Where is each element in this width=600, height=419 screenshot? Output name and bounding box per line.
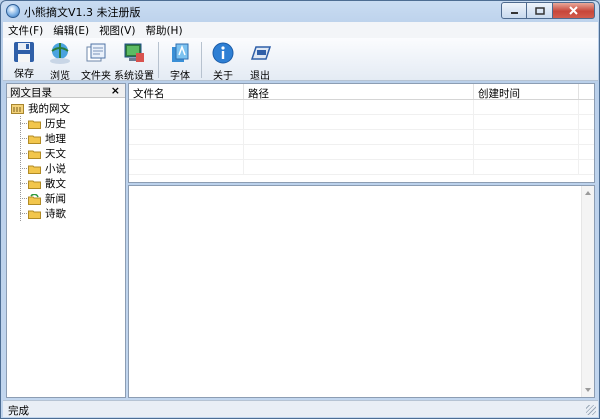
tree-item-news[interactable]: 新闻 xyxy=(7,191,125,206)
floppy-disk-icon xyxy=(12,41,36,63)
about-button[interactable]: 关于 xyxy=(206,38,240,82)
toolbar-separator xyxy=(158,42,159,78)
status-text: 完成 xyxy=(8,405,29,417)
table-row[interactable] xyxy=(129,100,594,115)
directory-panel-close-icon[interactable]: × xyxy=(111,84,120,97)
maximize-icon xyxy=(534,6,545,15)
about-label: 关于 xyxy=(213,71,233,82)
table-row[interactable] xyxy=(129,115,594,130)
tree-item-geography[interactable]: 地理 xyxy=(7,131,125,146)
minimize-button[interactable] xyxy=(501,2,527,19)
menu-bar: 文件(F) 编辑(E) 视图(V) 帮助(H) xyxy=(3,22,598,38)
tree-root-label: 我的网文 xyxy=(28,102,70,115)
folder-documents-icon xyxy=(84,41,108,65)
library-icon xyxy=(11,103,24,114)
folder-button[interactable]: 文件夹 xyxy=(78,38,114,82)
save-label: 保存 xyxy=(14,69,34,80)
tree-item-history[interactable]: 历史 xyxy=(7,116,125,131)
folder-icon xyxy=(28,209,41,219)
scroll-up-icon[interactable] xyxy=(585,191,591,195)
globe-search-icon xyxy=(48,41,72,65)
toolbar: 保存 浏览 文件夹 系统设置 字体 关于 退出 xyxy=(3,38,598,82)
resize-grip-icon[interactable] xyxy=(586,405,596,415)
font-label: 字体 xyxy=(170,71,190,82)
browse-button[interactable]: 浏览 xyxy=(42,38,78,82)
close-button[interactable] xyxy=(552,2,595,19)
refresh-folder-icon xyxy=(28,193,41,205)
column-header-path[interactable]: 路径 xyxy=(244,84,474,100)
content-viewer[interactable] xyxy=(128,185,595,398)
app-window: 小熊摘文V1.3 未注册版 文件(F) 编辑(E) 视图(V) 帮助(H) 保存 xyxy=(0,0,600,419)
maximize-button[interactable] xyxy=(527,2,552,19)
close-icon xyxy=(569,6,578,15)
scroll-down-icon[interactable] xyxy=(585,388,591,392)
table-row[interactable] xyxy=(129,160,594,175)
font-icon xyxy=(168,41,192,65)
table-row[interactable] xyxy=(129,145,594,160)
font-button[interactable]: 字体 xyxy=(163,38,197,82)
directory-panel: 网文目录 × 我的网文 历史 地理 天文 小说 散文 新闻 诗歌 xyxy=(6,83,126,398)
directory-panel-header: 网文目录 × xyxy=(7,84,125,99)
menu-file[interactable]: 文件(F) xyxy=(3,23,48,38)
table-row[interactable] xyxy=(129,130,594,145)
menu-edit[interactable]: 编辑(E) xyxy=(48,23,94,38)
tree-item-astronomy[interactable]: 天文 xyxy=(7,146,125,161)
exit-label: 退出 xyxy=(250,71,270,82)
browse-label: 浏览 xyxy=(50,71,70,82)
tree-item-poetry[interactable]: 诗歌 xyxy=(7,206,125,221)
menu-view[interactable]: 视图(V) xyxy=(94,23,140,38)
vertical-scrollbar[interactable] xyxy=(581,186,594,397)
toolbar-separator xyxy=(201,42,202,78)
title-bar: 小熊摘文V1.3 未注册版 xyxy=(1,1,599,20)
window-controls xyxy=(501,2,595,19)
exit-icon xyxy=(248,41,272,65)
column-header-filename[interactable]: 文件名 xyxy=(129,84,244,100)
settings-label: 系统设置 xyxy=(114,71,154,82)
tree-item-label: 地理 xyxy=(45,133,66,145)
settings-button[interactable]: 系统设置 xyxy=(114,38,154,82)
exit-button[interactable]: 退出 xyxy=(240,38,280,82)
info-icon xyxy=(211,41,235,65)
tree-item-label: 诗歌 xyxy=(45,208,66,220)
minimize-icon xyxy=(510,11,518,14)
folder-icon xyxy=(28,149,41,159)
directory-tree: 我的网文 历史 地理 天文 小说 散文 新闻 诗歌 xyxy=(7,98,125,221)
folder-icon xyxy=(28,134,41,144)
tree-root-item[interactable]: 我的网文 xyxy=(7,100,125,116)
column-header-created[interactable]: 创建时间 xyxy=(474,84,579,100)
tree-item-prose[interactable]: 散文 xyxy=(7,176,125,191)
file-table: 文件名 路径 创建时间 xyxy=(128,83,595,183)
app-icon xyxy=(6,4,20,18)
window-title: 小熊摘文V1.3 未注册版 xyxy=(24,6,141,19)
settings-computer-icon xyxy=(122,41,146,65)
tree-item-label: 新闻 xyxy=(45,193,66,205)
column-header-blank xyxy=(579,84,594,99)
status-bar: 完成 xyxy=(3,400,598,417)
tree-item-novel[interactable]: 小说 xyxy=(7,161,125,176)
tree-item-label: 历史 xyxy=(45,118,66,130)
save-button[interactable]: 保存 xyxy=(6,38,42,80)
folder-icon xyxy=(28,179,41,189)
tree-item-label: 小说 xyxy=(45,163,66,175)
tree-item-label: 散文 xyxy=(45,178,66,190)
menu-help[interactable]: 帮助(H) xyxy=(140,23,187,38)
folder-label: 文件夹 xyxy=(81,71,111,82)
folder-icon xyxy=(28,164,41,174)
table-header: 文件名 路径 创建时间 xyxy=(129,84,594,100)
folder-icon xyxy=(28,119,41,129)
tree-item-label: 天文 xyxy=(45,148,66,160)
